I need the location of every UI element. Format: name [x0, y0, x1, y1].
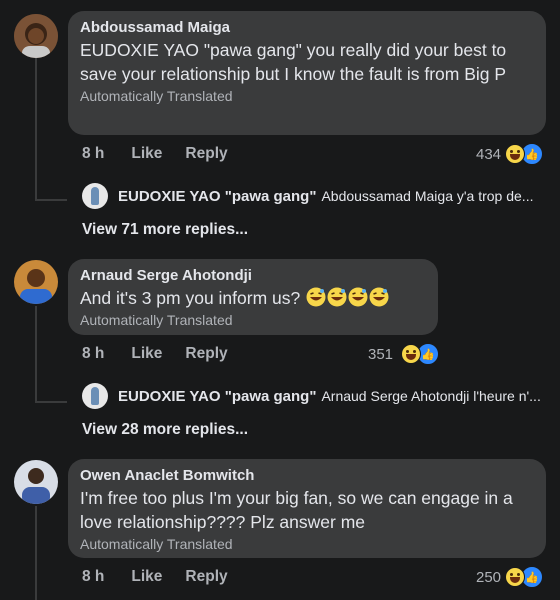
- reply-avatar: [82, 383, 108, 409]
- comment-text: And it's 3 pm you inform us?: [80, 286, 426, 310]
- comment-author[interactable]: Abdoussamad Maiga: [80, 19, 534, 36]
- like-button[interactable]: Like: [131, 345, 162, 363]
- timestamp[interactable]: 8 h: [82, 568, 104, 586]
- comment-text: EUDOXIE YAO "pawa gang" you really did y…: [80, 40, 507, 84]
- sweat-smile-emoji: [369, 287, 389, 307]
- reply-author[interactable]: EUDOXIE YAO "pawa gang": [118, 388, 316, 405]
- reaction-count: 351: [368, 345, 394, 363]
- view-more-replies[interactable]: View 71 more replies...: [82, 221, 248, 239]
- reply-preview[interactable]: EUDOXIE YAO "pawa gang" Arnaud Serge Aho…: [82, 383, 552, 409]
- comment-text: I'm free too plus I'm your big fan, so w…: [80, 488, 513, 532]
- thread-line: [35, 58, 37, 201]
- comment-author[interactable]: Owen Anaclet Bomwitch: [80, 467, 534, 484]
- like-button[interactable]: Like: [131, 568, 162, 586]
- comment-actions: 8 h Like Reply: [82, 345, 228, 363]
- like-button[interactable]: Like: [131, 145, 162, 163]
- haha-reaction-icon: [505, 567, 526, 587]
- reaction-count: 250: [476, 568, 502, 586]
- avatar[interactable]: [14, 14, 58, 58]
- avatar-image-icon: [14, 460, 58, 504]
- comment-author[interactable]: Arnaud Serge Ahotondji: [80, 267, 426, 284]
- avatar-image-icon: [14, 260, 58, 304]
- translation-note[interactable]: Automatically Translated: [80, 536, 534, 552]
- sweat-smile-emoji: [327, 287, 347, 307]
- thread-line: [35, 306, 37, 403]
- haha-reaction-icon: [401, 344, 422, 364]
- reaction-count: 434: [476, 145, 502, 163]
- reply-button[interactable]: Reply: [185, 568, 227, 586]
- comment-text-content: And it's 3 pm you inform us?: [80, 288, 301, 308]
- reply-author[interactable]: EUDOXIE YAO "pawa gang": [118, 188, 316, 205]
- reply-text: Arnaud Serge Ahotondji l'heure n'...: [321, 388, 541, 404]
- thread-connector: [35, 199, 67, 201]
- haha-reaction-icon: [505, 144, 526, 164]
- reply-button[interactable]: Reply: [185, 145, 227, 163]
- comment-actions: 8 h Like Reply: [82, 568, 228, 586]
- reply-avatar: [82, 183, 108, 209]
- sweat-smile-emoji: [348, 287, 368, 307]
- reply-preview[interactable]: EUDOXIE YAO "pawa gang" Abdoussamad Maig…: [82, 183, 552, 209]
- comment-bubble: Arnaud Serge Ahotondji And it's 3 pm you…: [68, 259, 438, 335]
- translation-note[interactable]: Automatically Translated: [80, 88, 534, 104]
- comment-bubble: Abdoussamad Maiga EUDOXIE YAO "pawa gang…: [68, 11, 546, 135]
- sweat-smile-emoji: [306, 287, 326, 307]
- reactions-summary[interactable]: 250 👍: [476, 565, 545, 589]
- reactions-summary[interactable]: 351 👍: [368, 342, 441, 366]
- timestamp[interactable]: 8 h: [82, 145, 104, 163]
- avatar[interactable]: [14, 260, 58, 304]
- thread-connector: [35, 401, 67, 403]
- thread-line: [35, 506, 37, 600]
- avatar-image-icon: [14, 14, 58, 58]
- comment-bubble: Owen Anaclet Bomwitch I'm free too plus …: [68, 459, 546, 558]
- reactions-summary[interactable]: 434 👍: [476, 142, 545, 166]
- view-more-replies[interactable]: View 28 more replies...: [82, 421, 248, 439]
- translation-note[interactable]: Automatically Translated: [80, 312, 426, 328]
- reply-button[interactable]: Reply: [185, 345, 227, 363]
- comment-actions: 8 h Like Reply: [82, 145, 228, 163]
- reply-text: Abdoussamad Maiga y'a trop de...: [321, 188, 534, 204]
- timestamp[interactable]: 8 h: [82, 345, 104, 363]
- avatar[interactable]: [14, 460, 58, 504]
